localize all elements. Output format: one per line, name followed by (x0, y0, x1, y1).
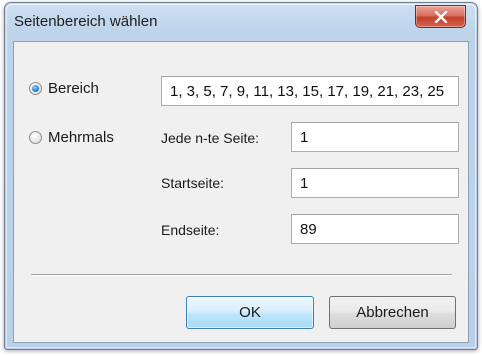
end-page-input[interactable]: 89 (291, 214, 459, 244)
start-page-input[interactable]: 1 (291, 168, 459, 198)
every-nth-page-label: Jede n-te Seite: (161, 130, 260, 146)
range-input[interactable]: 1, 3, 5, 7, 9, 11, 13, 15, 17, 19, 21, 2… (161, 76, 459, 106)
radio-mehrmals-indicator[interactable] (29, 131, 42, 144)
radio-bereich-indicator[interactable] (29, 82, 42, 95)
cancel-button[interactable]: Abbrechen (329, 296, 456, 329)
dialog-content: Bereich 1, 3, 5, 7, 9, 11, 13, 15, 17, 1… (13, 41, 469, 343)
close-button[interactable] (415, 5, 466, 28)
dialog-title: Seitenbereich wählen (14, 13, 158, 30)
separator (31, 274, 452, 276)
close-icon (434, 11, 448, 23)
every-nth-page-input[interactable]: 1 (291, 122, 459, 152)
title-bar[interactable]: Seitenbereich wählen (5, 3, 477, 43)
radio-bereich[interactable]: Bereich (29, 80, 99, 97)
radio-mehrmals[interactable]: Mehrmals (29, 129, 114, 146)
end-page-label: Endseite: (161, 222, 220, 238)
radio-bereich-label: Bereich (48, 80, 99, 97)
ok-button[interactable]: OK (186, 296, 314, 329)
start-page-label: Startseite: (161, 175, 225, 191)
dialog-window: Seitenbereich wählen Bereich 1, 3, 5, 7,… (4, 2, 478, 350)
radio-mehrmals-label: Mehrmals (48, 129, 114, 146)
